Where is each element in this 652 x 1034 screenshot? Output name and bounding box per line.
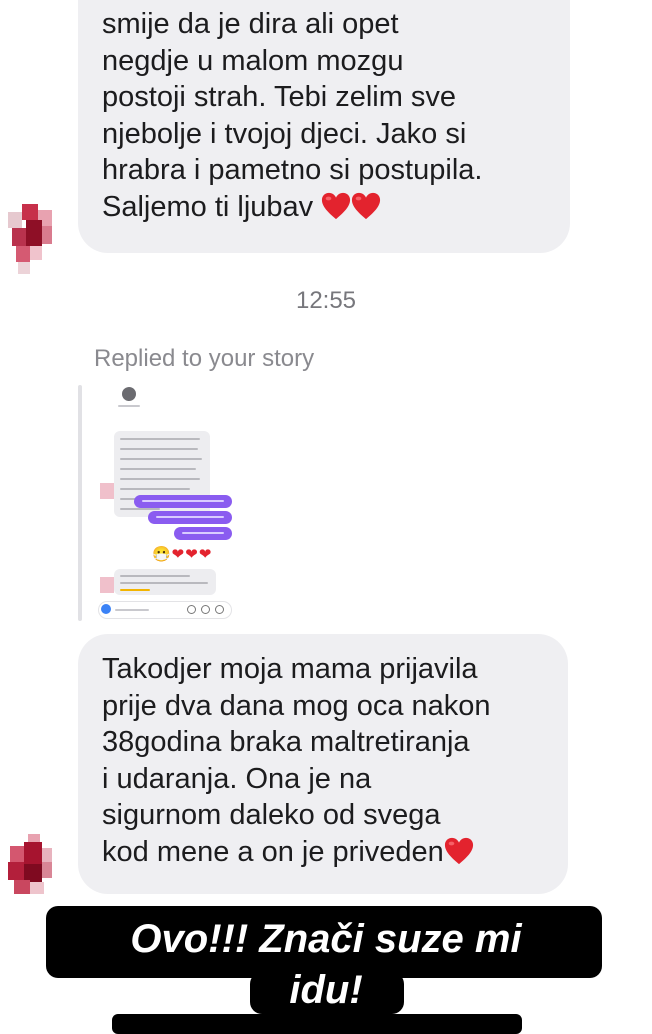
message-line: sigurnom daleko od svega [102,799,441,831]
avatar[interactable] [8,834,52,906]
replied-to-story-label: Replied to your story [94,345,315,372]
story-message-bubble [114,569,216,595]
story-text-line [120,582,208,584]
story-sent-bubble [148,511,232,524]
message-line: postoji strah. Tebi zelim sve [102,81,457,113]
story-text-line [182,532,224,534]
message-bubble-second[interactable]: Takodjer moja mama prijavila prije dva d… [78,634,568,894]
story-caption-line-2: idu! [289,968,363,1012]
message-line-text: Saljemo ti ljubav [102,190,314,223]
caption-background [112,1014,522,1034]
message-line: smije da je dira ali opet [102,8,399,40]
story-text-line [120,458,202,460]
mic-icon [187,605,196,614]
story-text-line [120,508,160,510]
story-caption-line-1: Ovo!!! Znači suze mi [130,917,522,961]
story-text-line [120,438,200,440]
story-text-line [120,478,200,480]
message-line: Takodjer moja mama prijavila [102,653,478,685]
image-icon [201,605,210,614]
story-text-line [118,405,140,407]
avatar[interactable] [8,204,52,276]
story-text-line [120,575,190,577]
camera-icon [101,604,111,614]
sticker-icon [215,605,224,614]
story-text-line [115,609,149,611]
story-avatar-icon [122,387,136,401]
message-bubble-first[interactable]: smije da je dira ali opet negdje u malom… [78,0,570,253]
story-text-line [120,589,150,591]
message-timestamp: 12:55 [295,287,357,314]
message-line: negdje u malom mozgu [102,44,404,77]
story-text-line [120,488,190,490]
story-sent-bubble [174,527,232,540]
red-heart-icon [321,191,351,221]
story-sent-bubble [134,495,232,508]
message-line: njebolje i tvojoj djeci. Jako si [102,117,467,150]
message-line: i udaranja. Ona je na [102,762,372,795]
message-line: hrabra i pametno si postupila. [102,154,483,186]
story-text-line [120,468,196,470]
story-text-line [156,516,224,518]
red-heart-icon [444,836,474,866]
story-avatar [100,577,114,593]
message-line-last: Saljemo ti ljubav [102,189,546,226]
story-text-line [142,500,224,502]
red-heart-icon [351,191,381,221]
story-text-line [120,448,198,450]
message-line: 38godina braka maltretiranja [102,726,470,758]
message-line-text: kod mene a on je priveden [102,835,444,868]
story-hearts: 😷❤❤❤ [152,546,213,563]
story-avatar [100,483,114,499]
story-message-input [98,601,232,619]
message-line: prije dva dana mog oca nakon [102,689,491,722]
reply-indicator-bar [78,385,82,621]
story-thumbnail[interactable]: 😷❤❤❤ [92,383,238,623]
message-line-last: kod mene a on je priveden [102,834,544,871]
